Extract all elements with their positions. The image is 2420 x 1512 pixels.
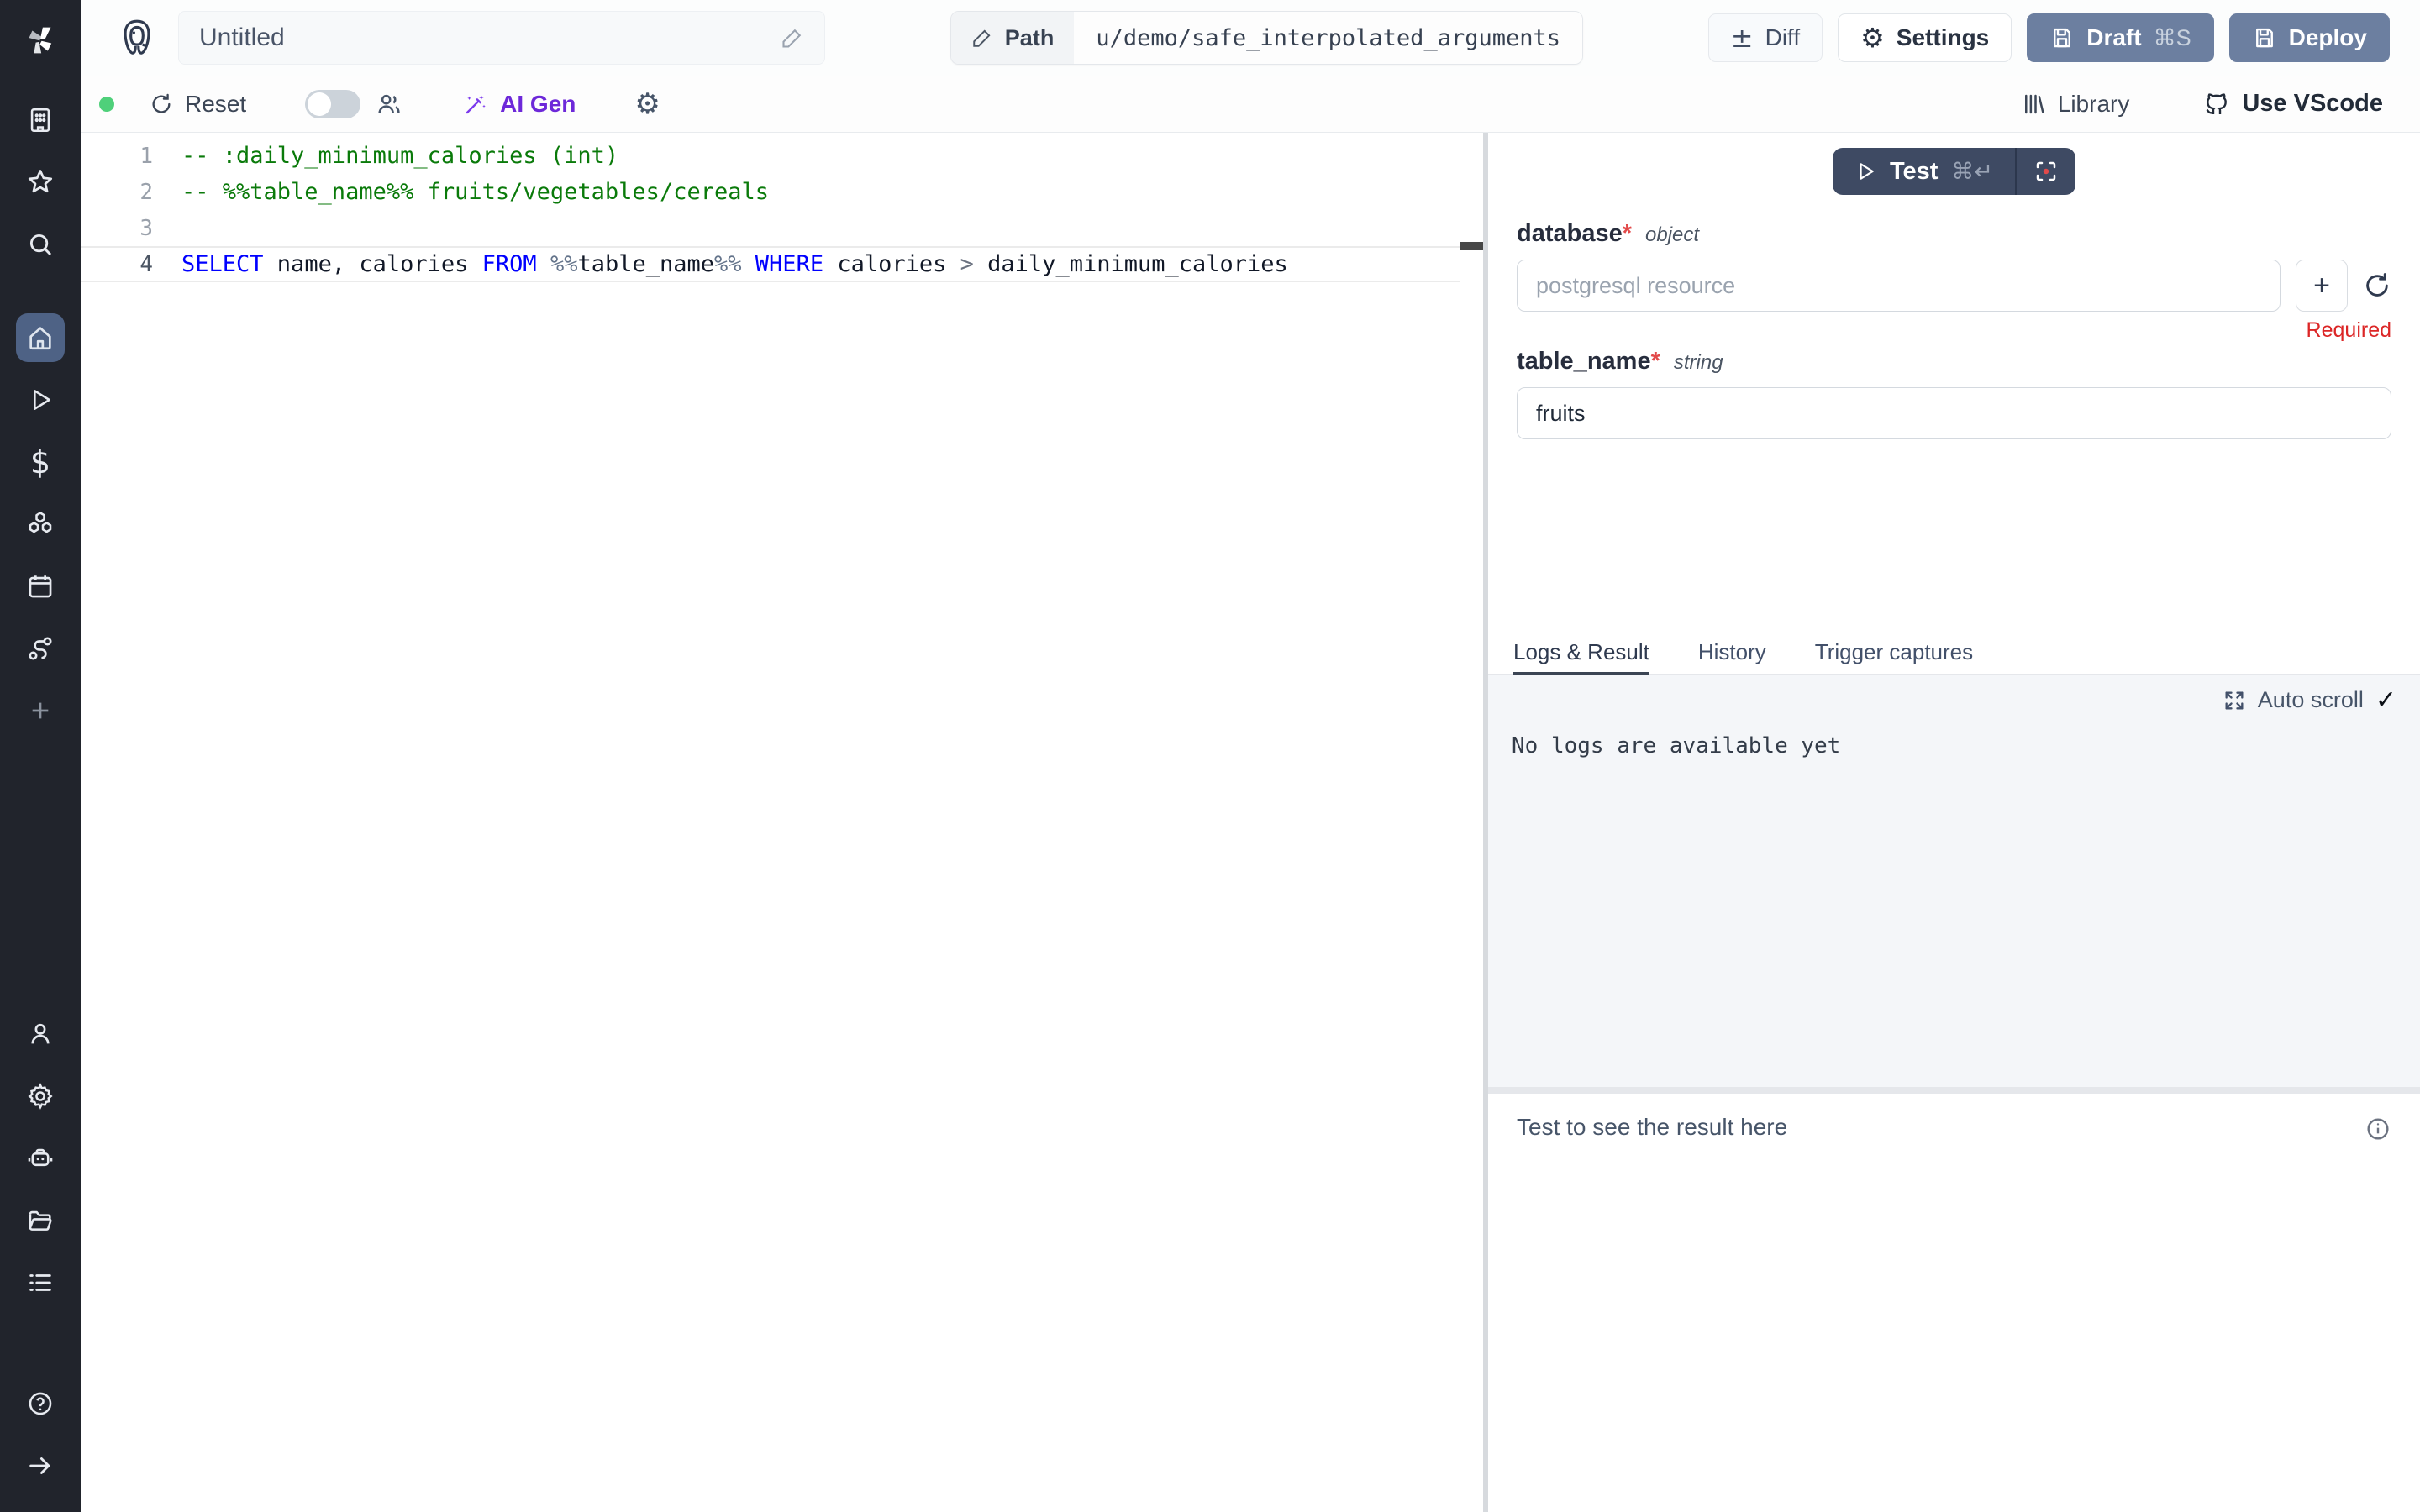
- collab-toggle[interactable]: [305, 90, 360, 118]
- script-title: Untitled: [199, 24, 781, 52]
- gear-icon[interactable]: [16, 1072, 65, 1121]
- settings-button[interactable]: ⚙ Settings: [1838, 13, 2012, 62]
- draft-button[interactable]: Draft ⌘S: [2027, 13, 2213, 62]
- left-sidebar: $: [0, 0, 81, 1512]
- refresh-icon: [150, 92, 173, 116]
- line-number: 4: [81, 252, 153, 277]
- worker-icon[interactable]: [16, 1134, 65, 1183]
- field-database-label: database*: [1517, 220, 1632, 248]
- table-name-input[interactable]: [1517, 387, 2391, 439]
- gear-icon: ⚙: [1860, 24, 1885, 51]
- tab-logs-result[interactable]: Logs & Result: [1513, 637, 1649, 674]
- code-line[interactable]: 4SELECT name, calories FROM %%table_name…: [81, 246, 1460, 282]
- editor-overview-ruler: [1460, 133, 1483, 1512]
- draft-shortcut: ⌘S: [2154, 25, 2191, 51]
- editor-toolbar: Reset AI Gen ⚙ Library: [81, 76, 2420, 133]
- result-hint: Test to see the result here: [1517, 1114, 1787, 1141]
- cubes-icon[interactable]: [16, 500, 65, 549]
- save-icon: [2049, 25, 2075, 50]
- capture-button[interactable]: [2017, 148, 2075, 195]
- run-panel: Test ⌘↵: [1488, 133, 2420, 1512]
- auto-scroll-label[interactable]: Auto scroll: [2258, 687, 2364, 713]
- use-vscode-button[interactable]: Use VScode: [2203, 90, 2383, 118]
- status-dot: [99, 97, 114, 112]
- required-asterisk: *: [1651, 348, 1660, 375]
- path-label: Path: [1005, 25, 1055, 51]
- test-button-group: Test ⌘↵: [1833, 148, 2075, 195]
- star-icon[interactable]: [16, 158, 65, 207]
- code-editor[interactable]: 1-- :daily_minimum_calories (int)2-- %%t…: [81, 133, 1460, 1512]
- logs-empty-message: No logs are available yet: [1512, 733, 2396, 759]
- field-table-name: table_name* string: [1517, 348, 2391, 439]
- logs-pane: Auto scroll ✓ No logs are available yet: [1488, 675, 2420, 1087]
- folder-icon[interactable]: [16, 1196, 65, 1245]
- arrow-right-icon[interactable]: [16, 1441, 65, 1490]
- info-icon[interactable]: [2365, 1116, 2391, 1142]
- calendar-icon[interactable]: [16, 562, 65, 611]
- routes-icon[interactable]: [16, 624, 65, 673]
- logs-result-splitter[interactable]: [1488, 1087, 2420, 1094]
- edit-title-pencil-icon[interactable]: [781, 26, 804, 50]
- plus-icon[interactable]: [16, 686, 65, 735]
- code-line[interactable]: 3: [81, 210, 1460, 246]
- edit-path-pencil-icon: [971, 27, 993, 49]
- home-icon[interactable]: [16, 313, 65, 362]
- database-input[interactable]: [1517, 260, 2281, 312]
- add-resource-button[interactable]: +: [2296, 260, 2348, 312]
- library-icon: [2021, 92, 2046, 117]
- test-button[interactable]: Test ⌘↵: [1833, 148, 2015, 195]
- cursor-position-mark: [1460, 242, 1483, 250]
- ai-gen-button[interactable]: AI Gen: [463, 91, 576, 118]
- editor-settings-gear-icon[interactable]: ⚙: [634, 90, 660, 118]
- line-number: 2: [81, 180, 153, 205]
- play-icon[interactable]: [16, 375, 65, 424]
- refresh-resources-icon[interactable]: [2363, 271, 2391, 300]
- save-icon: [2252, 25, 2277, 50]
- user-icon[interactable]: [16, 1010, 65, 1058]
- path-value: u/demo/safe_interpolated_arguments: [1074, 12, 1582, 64]
- arguments-section: Test ⌘↵: [1488, 133, 2420, 637]
- field-database: database* object + Required: [1517, 220, 2391, 343]
- result-pane: Test to see the result here: [1488, 1094, 2420, 1512]
- dollar-icon[interactable]: $: [16, 438, 65, 486]
- reset-button[interactable]: Reset: [150, 91, 246, 118]
- code-line[interactable]: 1-- :daily_minimum_calories (int): [81, 138, 1460, 174]
- auto-scroll-checkmark[interactable]: ✓: [2375, 685, 2396, 715]
- path-button[interactable]: Path u/demo/safe_interpolated_arguments: [950, 11, 1583, 65]
- magic-wand-icon: [463, 92, 488, 117]
- required-asterisk: *: [1623, 220, 1632, 247]
- required-note: Required: [1517, 318, 2391, 343]
- field-table-name-type: string: [1674, 351, 1723, 375]
- line-number: 3: [81, 216, 153, 241]
- github-icon: [2203, 91, 2230, 118]
- script-title-box[interactable]: Untitled: [178, 11, 825, 65]
- help-icon[interactable]: [16, 1379, 65, 1428]
- list-icon[interactable]: [16, 1258, 65, 1307]
- line-number: 1: [81, 144, 153, 169]
- top-bar: Untitled Path u/demo/safe_interpolated_a…: [81, 0, 2420, 76]
- search-icon[interactable]: [16, 220, 65, 269]
- library-button[interactable]: Library: [2021, 91, 2130, 118]
- plus-minus-icon: ±: [1731, 24, 1754, 51]
- code-lines: 1-- :daily_minimum_calories (int)2-- %%t…: [81, 138, 1460, 282]
- play-icon: [1854, 160, 1876, 182]
- field-table-name-label: table_name*: [1517, 348, 1660, 375]
- plus-icon: +: [2313, 270, 2330, 302]
- windmill-logo[interactable]: [21, 13, 60, 67]
- test-shortcut: ⌘↵: [1951, 159, 1993, 185]
- tab-trigger-captures[interactable]: Trigger captures: [1815, 637, 1973, 674]
- field-database-type: object: [1645, 223, 1699, 247]
- result-tabs: Logs & Result History Trigger captures: [1488, 637, 2420, 675]
- tab-history[interactable]: History: [1698, 637, 1766, 674]
- deploy-button[interactable]: Deploy: [2229, 13, 2390, 62]
- postgresql-icon: [114, 15, 160, 60]
- building-icon[interactable]: [16, 96, 65, 144]
- code-line[interactable]: 2-- %%table_name%% fruits/vegetables/cer…: [81, 174, 1460, 210]
- collaborators-icon[interactable]: [376, 91, 402, 118]
- diff-button[interactable]: ± Diff: [1708, 13, 1823, 62]
- expand-logs-icon[interactable]: [2223, 689, 2246, 712]
- capture-frame-icon: [2033, 159, 2059, 184]
